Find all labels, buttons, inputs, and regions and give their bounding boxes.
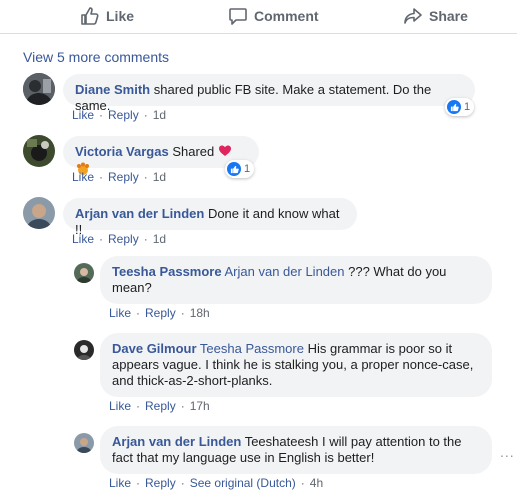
reply-author[interactable]: Dave Gilmour: [112, 341, 197, 356]
separator-dot: ·: [136, 476, 141, 490]
comment-meta: Like · Reply · 1d: [72, 170, 166, 184]
timestamp[interactable]: 1d: [153, 232, 166, 246]
reply-text: Teeshateesh I will pay attention to the: [241, 434, 462, 449]
reply-bubble: Arjan van der Linden Teeshateesh I will …: [100, 426, 492, 474]
reaction-summary[interactable]: 1: [225, 160, 255, 178]
reply-meta: Like · Reply · See original (Dutch) · 4h: [109, 476, 323, 490]
reply-bubble: Teesha Passmore Arjan van der Linden ???…: [100, 256, 492, 304]
like-reaction-icon: [447, 100, 461, 114]
comment-action-label: Comment: [254, 8, 319, 24]
post-action-bar: Like Comment Share: [0, 0, 517, 34]
reaction-summary[interactable]: 1: [445, 98, 475, 116]
comment-author[interactable]: Victoria Vargas: [75, 144, 169, 159]
like-action-label: Like: [106, 8, 135, 24]
timestamp[interactable]: 4h: [310, 476, 323, 490]
like-link[interactable]: Like: [109, 399, 131, 413]
reply-text: ??? What do you: [344, 264, 447, 279]
mention-link[interactable]: Arjan van der Linden: [225, 264, 345, 279]
reply-link[interactable]: Reply: [145, 476, 176, 490]
reply-link[interactable]: Reply: [145, 306, 176, 320]
reply-link[interactable]: Reply: [108, 232, 139, 246]
avatar[interactable]: [23, 73, 55, 105]
see-original-link[interactable]: See original (Dutch): [190, 476, 296, 490]
timestamp[interactable]: 17h: [190, 399, 210, 413]
comment-meta: Like · Reply · 1d: [72, 108, 166, 122]
reply-author[interactable]: Teesha Passmore: [112, 264, 222, 279]
like-link[interactable]: Like: [72, 170, 94, 184]
reply-meta: Like · Reply · 18h: [109, 306, 210, 320]
timestamp[interactable]: 1d: [153, 170, 166, 184]
reply-text: fact that my language use in English is …: [112, 450, 375, 465]
heart-exclamation-emoji-icon: [218, 144, 232, 162]
separator-dot: ·: [99, 232, 104, 246]
separator-dot: ·: [180, 306, 185, 320]
like-action-button[interactable]: Like: [80, 0, 134, 32]
reply-meta: Like · Reply · 17h: [109, 399, 210, 413]
comment-text: Shared: [172, 144, 215, 159]
avatar[interactable]: [74, 433, 94, 453]
timestamp[interactable]: 1d: [153, 108, 166, 122]
avatar[interactable]: [23, 197, 55, 229]
reply-link[interactable]: Reply: [108, 108, 139, 122]
share-action-label: Share: [429, 8, 468, 24]
reply-text: and thick-as-2-short-planks.: [112, 373, 273, 388]
avatar[interactable]: [74, 340, 94, 360]
more-options-icon[interactable]: ...: [500, 444, 515, 460]
comment-author[interactable]: Arjan van der Linden: [75, 206, 204, 221]
reply-link[interactable]: Reply: [145, 399, 176, 413]
separator-dot: ·: [300, 476, 305, 490]
share-action-button[interactable]: Share: [403, 0, 468, 32]
separator-dot: ·: [136, 399, 141, 413]
reply-link[interactable]: Reply: [108, 170, 139, 184]
view-more-comments-link[interactable]: View 5 more comments: [23, 49, 169, 65]
reply-text: mean?: [112, 280, 152, 295]
separator-dot: ·: [180, 476, 185, 490]
like-link[interactable]: Like: [109, 306, 131, 320]
reaction-count: 1: [244, 163, 251, 175]
avatar[interactable]: [23, 135, 55, 167]
separator-dot: ·: [99, 170, 104, 184]
separator-dot: ·: [143, 108, 148, 122]
reply-text: His grammar is poor so it: [303, 341, 453, 356]
separator-dot: ·: [99, 108, 104, 122]
mention-link[interactable]: Teesha Passmore: [200, 341, 304, 356]
comment-author[interactable]: Diane Smith: [75, 82, 150, 97]
like-link[interactable]: Like: [109, 476, 131, 490]
like-link[interactable]: Like: [72, 108, 94, 122]
like-reaction-icon: [227, 162, 241, 176]
like-link[interactable]: Like: [72, 232, 94, 246]
reply-text: appears vague. I think he is stalking yo…: [112, 357, 474, 372]
comment-icon: [229, 8, 247, 25]
separator-dot: ·: [136, 306, 141, 320]
avatar[interactable]: [74, 263, 94, 283]
comment-action-button[interactable]: Comment: [228, 0, 319, 32]
reaction-count: 1: [464, 101, 471, 113]
comment-bubble: Arjan van der Linden Done it and know wh…: [63, 198, 357, 237]
separator-dot: ·: [180, 399, 185, 413]
comment-bubble: Diane Smith shared public FB site. Make …: [63, 74, 475, 113]
thumbs-up-icon: [81, 7, 99, 25]
reply-author[interactable]: Arjan van der Linden: [112, 434, 241, 449]
separator-dot: ·: [143, 232, 148, 246]
timestamp[interactable]: 18h: [190, 306, 210, 320]
share-arrow-icon: [404, 8, 422, 24]
reply-bubble: Dave Gilmour Teesha Passmore His grammar…: [100, 333, 492, 397]
comment-meta: Like · Reply · 1d: [72, 232, 166, 246]
separator-dot: ·: [143, 170, 148, 184]
